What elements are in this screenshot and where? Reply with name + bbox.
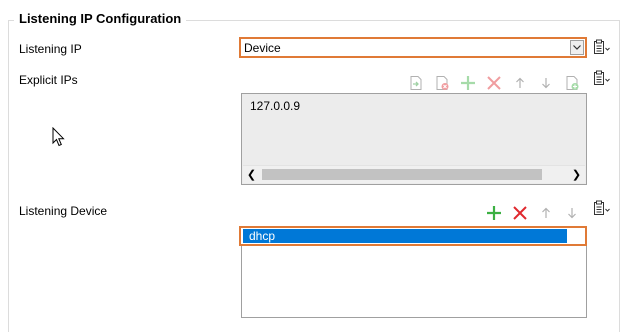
move-up-icon[interactable] xyxy=(510,73,530,93)
explicit-ips-label: Explicit IPs xyxy=(19,73,78,87)
remove-icon[interactable] xyxy=(510,203,530,223)
listening-device-label: Listening Device xyxy=(19,204,108,218)
remove-icon[interactable] xyxy=(484,73,504,93)
scrollbar-thumb[interactable] xyxy=(262,169,542,180)
mouse-cursor-icon xyxy=(52,126,66,150)
listening-ip-select[interactable]: Device xyxy=(239,37,587,58)
clipboard-menu-icon[interactable] xyxy=(593,70,611,86)
move-down-icon[interactable] xyxy=(536,73,556,93)
listening-ip-value: Device xyxy=(244,41,281,55)
list-item-label: dhcp xyxy=(249,229,276,243)
group-title: Listening IP Configuration xyxy=(14,11,187,27)
move-down-icon[interactable] xyxy=(562,203,582,223)
listening-ip-label: Listening IP xyxy=(19,42,82,56)
explicit-ips-list[interactable]: 127.0.0.9 ❮ ❯ xyxy=(241,93,587,185)
delete-all-icon[interactable] xyxy=(432,73,452,93)
add-icon[interactable] xyxy=(458,73,478,93)
clipboard-menu-icon[interactable] xyxy=(593,200,611,216)
list-item[interactable]: 127.0.0.9 xyxy=(250,99,300,113)
move-up-icon[interactable] xyxy=(536,203,556,223)
add-from-list-icon[interactable] xyxy=(562,73,582,93)
scroll-left-icon[interactable]: ❮ xyxy=(243,166,260,183)
scroll-right-icon[interactable]: ❯ xyxy=(568,166,585,183)
selection-highlight xyxy=(243,229,567,243)
list-item-selected[interactable]: dhcp xyxy=(239,226,587,246)
import-icon[interactable] xyxy=(406,73,426,93)
chevron-down-icon[interactable] xyxy=(570,40,584,55)
clipboard-menu-icon[interactable] xyxy=(593,39,611,55)
add-icon[interactable] xyxy=(484,203,504,223)
horizontal-scrollbar[interactable]: ❮ ❯ xyxy=(243,165,585,183)
